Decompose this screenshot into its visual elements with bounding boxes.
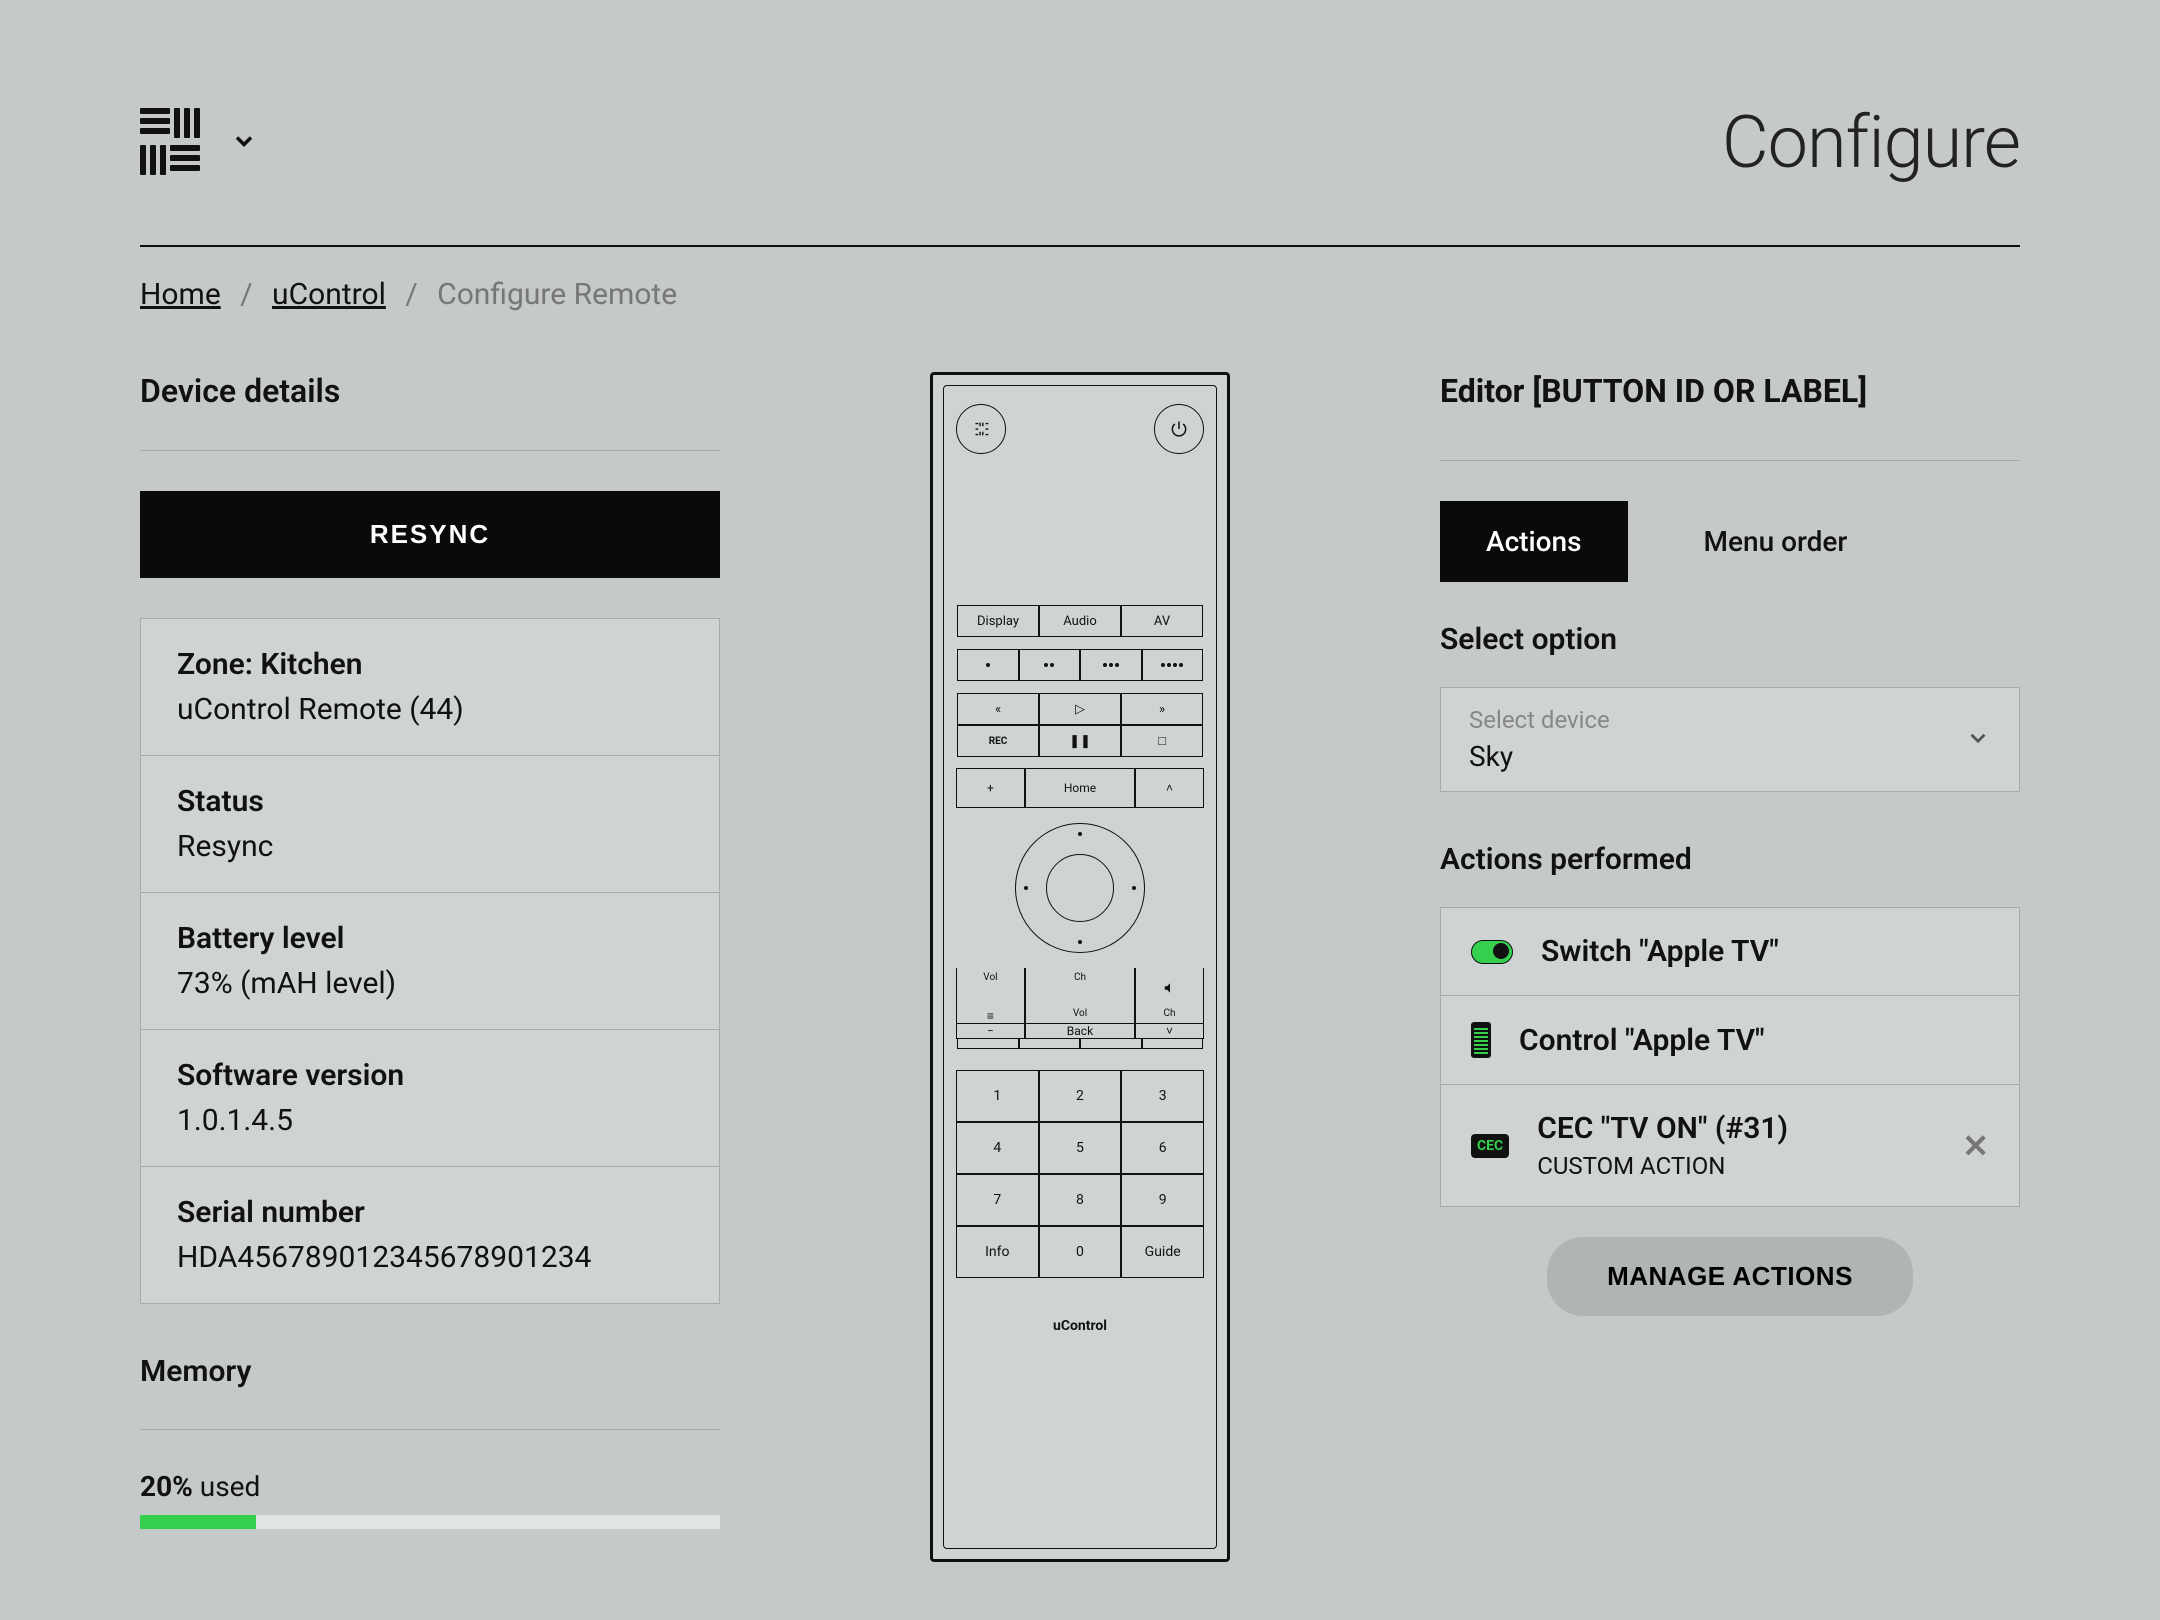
manage-actions-button[interactable]: MANAGE ACTIONS (1547, 1237, 1913, 1316)
remote-play-button[interactable]: ▷ (1039, 693, 1121, 725)
breadcrumb-ucontrol[interactable]: uControl (272, 277, 386, 312)
remote-rewind-button[interactable]: « (957, 693, 1039, 725)
remote-hamburger-button[interactable]: ≡ (956, 1008, 1025, 1023)
remote-dot1-button[interactable] (957, 649, 1019, 681)
select-option-label: Select option (1440, 622, 2020, 657)
remote-brand: uControl (1053, 1318, 1107, 1334)
cec-badge-icon: CEC (1471, 1134, 1509, 1158)
detail-software-label: Software version (177, 1058, 683, 1093)
remote-display-button[interactable]: Display (957, 605, 1039, 637)
action-control-label: Control "Apple TV" (1519, 1023, 1765, 1058)
memory-progress-fill (140, 1515, 256, 1529)
detail-battery: Battery level 73% (mAH level) (141, 893, 719, 1030)
breadcrumb-home[interactable]: Home (140, 277, 221, 312)
remote-icon (1471, 1022, 1491, 1058)
remote-num-1[interactable]: 1 (956, 1070, 1039, 1122)
remote-rec-button[interactable]: REC (957, 725, 1039, 757)
remote-back-button[interactable]: Back (1025, 1023, 1135, 1039)
remote-num-3[interactable]: 3 (1121, 1070, 1204, 1122)
tab-menu-order[interactable]: Menu order (1658, 501, 1894, 582)
detail-serial-label: Serial number (177, 1195, 683, 1230)
remote-ch-label-bot: Ch (1135, 1008, 1204, 1023)
remote-forward-button[interactable]: » (1121, 693, 1203, 725)
memory-used-word: used (193, 1470, 260, 1503)
remote-num-6[interactable]: 6 (1121, 1122, 1204, 1174)
remote-ch-label-top: Ch (1025, 968, 1135, 1008)
remote-num-0[interactable]: 0 (1039, 1226, 1122, 1278)
divider (140, 245, 2020, 247)
device-select-value: Sky (1469, 740, 1610, 773)
tab-actions[interactable]: Actions (1440, 501, 1628, 582)
remote-dot4-button[interactable] (1142, 649, 1204, 681)
breadcrumb-current: Configure Remote (437, 277, 677, 312)
remote-guide-button[interactable]: Guide (1121, 1226, 1204, 1278)
actions-list: Switch "Apple TV" Control "Apple TV" CEC… (1440, 907, 2020, 1207)
remote-vol-label-bot: Vol (1025, 1008, 1135, 1023)
logo-dropdown[interactable] (140, 108, 258, 178)
action-cec-title: CEC "TV ON" (#31) (1537, 1111, 1788, 1146)
device-detail-list: Zone: Kitchen uControl Remote (44) Statu… (140, 618, 720, 1304)
detail-zone-value: uControl Remote (44) (177, 692, 683, 727)
remote-ch-up-button[interactable]: ˄ (1135, 768, 1204, 808)
remote-ch-down-button[interactable]: ˅ (1135, 1023, 1204, 1039)
action-cec[interactable]: CEC CEC "TV ON" (#31) CUSTOM ACTION ✕ (1441, 1085, 2019, 1206)
detail-serial: Serial number HDA456789012345678901234 (141, 1167, 719, 1303)
remote-num-9[interactable]: 9 (1121, 1174, 1204, 1226)
device-select[interactable]: Select device Sky (1440, 687, 2020, 792)
action-switch[interactable]: Switch "Apple TV" (1441, 908, 2019, 996)
remote-mute-button[interactable] (1135, 968, 1204, 1008)
remote-device: Display Audio AV (930, 372, 1230, 1562)
resync-button[interactable]: RESYNC (140, 491, 720, 578)
remote-dpad[interactable] (1015, 823, 1145, 953)
remote-pause-button[interactable]: ❚❚ (1039, 725, 1121, 757)
remote-num-8[interactable]: 8 (1039, 1174, 1122, 1226)
detail-software: Software version 1.0.1.4.5 (141, 1030, 719, 1167)
device-select-placeholder: Select device (1469, 706, 1610, 734)
actions-performed-label: Actions performed (1440, 842, 2020, 877)
remote-dot2-button[interactable] (1019, 649, 1081, 681)
remote-menu-button[interactable] (956, 404, 1006, 454)
action-cec-sub: CUSTOM ACTION (1537, 1152, 1788, 1180)
remote-num-2[interactable]: 2 (1039, 1070, 1122, 1122)
breadcrumb: Home / uControl / Configure Remote (140, 277, 2020, 312)
remote-audio-button[interactable]: Audio (1039, 605, 1121, 637)
detail-status-label: Status (177, 784, 683, 819)
action-switch-label: Switch "Apple TV" (1541, 934, 1779, 969)
detail-zone: Zone: Kitchen uControl Remote (44) (141, 619, 719, 756)
chevron-down-icon (1965, 725, 1991, 755)
detail-battery-value: 73% (mAH level) (177, 966, 683, 1001)
chevron-down-icon (230, 127, 258, 159)
detail-battery-label: Battery level (177, 921, 683, 956)
logo-icon (140, 108, 210, 178)
toggle-icon (1471, 940, 1513, 964)
memory-progress (140, 1515, 720, 1529)
detail-status: Status Resync (141, 756, 719, 893)
remote-power-button[interactable] (1154, 404, 1204, 454)
remote-num-5[interactable]: 5 (1039, 1122, 1122, 1174)
detail-software-value: 1.0.1.4.5 (177, 1103, 683, 1138)
close-icon[interactable]: ✕ (1962, 1127, 1989, 1165)
remote-dot3-button[interactable] (1080, 649, 1142, 681)
remote-home-button[interactable]: Home (1025, 768, 1135, 808)
action-control[interactable]: Control "Apple TV" (1441, 996, 2019, 1085)
memory-used-pct: 20% (140, 1470, 193, 1503)
detail-status-value: Resync (177, 829, 683, 864)
remote-info-button[interactable]: Info (956, 1226, 1039, 1278)
detail-zone-label: Zone: Kitchen (177, 647, 683, 682)
remote-num-4[interactable]: 4 (956, 1122, 1039, 1174)
detail-serial-value: HDA456789012345678901234 (177, 1240, 683, 1275)
editor-title: Editor [BUTTON ID OR LABEL] (1440, 372, 2020, 461)
remote-vol-up-button[interactable]: + (956, 768, 1025, 808)
remote-stop-button[interactable]: □ (1121, 725, 1203, 757)
memory-used-label: 20% used (140, 1470, 720, 1503)
memory-title: Memory (140, 1354, 720, 1430)
remote-av-button[interactable]: AV (1121, 605, 1203, 637)
page-title: Configure (1722, 100, 2020, 185)
device-details-title: Device details (140, 372, 720, 451)
remote-vol-down-button[interactable]: − (956, 1023, 1025, 1039)
remote-num-7[interactable]: 7 (956, 1174, 1039, 1226)
remote-vol-label-top: Vol (956, 968, 1025, 1008)
